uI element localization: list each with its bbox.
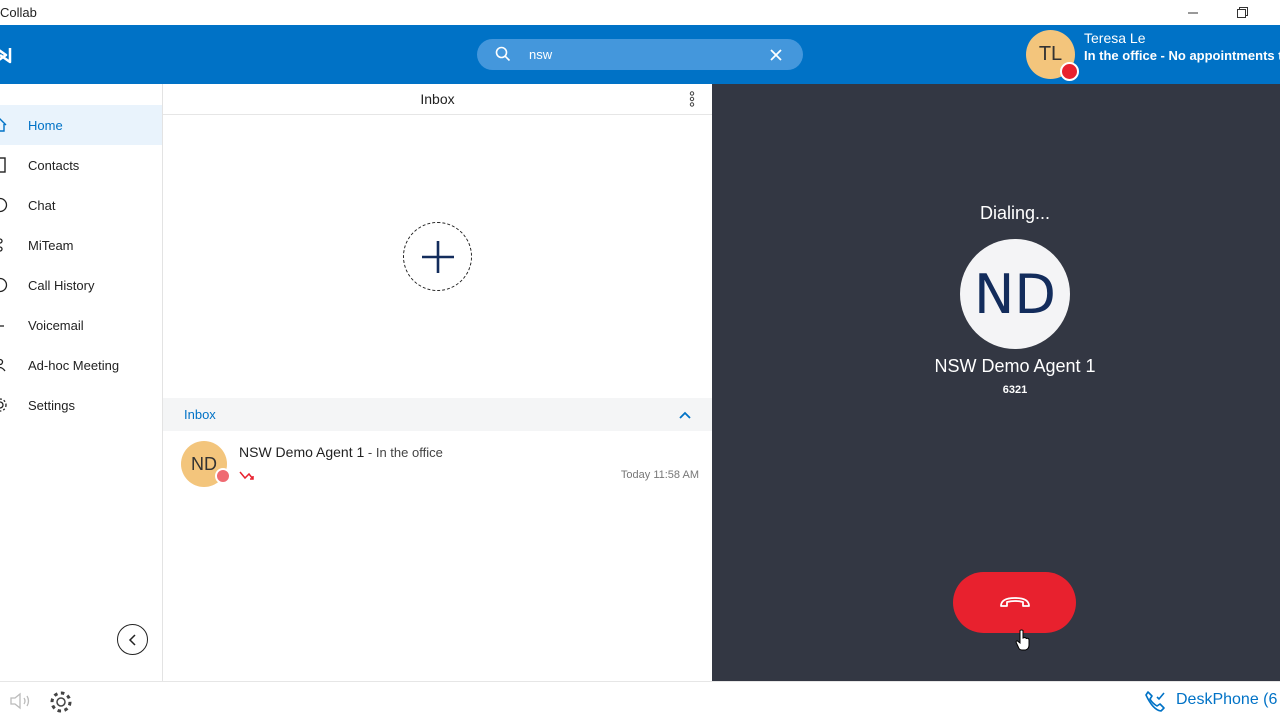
sidebar-item-label: Chat: [28, 197, 56, 213]
sidebar-item-ad-hoc-meeting[interactable]: Ad-hoc Meeting: [0, 345, 162, 385]
sidebar-item-label: Ad-hoc Meeting: [28, 357, 120, 373]
title-bar: Collab: [0, 0, 1280, 25]
contact-presence-dot: [215, 468, 231, 484]
minimize-icon: [1188, 12, 1198, 13]
inbox-panel: Inbox Inbox ND NSW Demo Agent 1 - In the…: [163, 84, 712, 681]
inbox-header: Inbox: [163, 84, 712, 115]
window-title: Collab: [0, 5, 37, 20]
settings-icon: [0, 398, 7, 412]
callee-avatar: ND: [960, 239, 1070, 349]
inbox-section-header[interactable]: Inbox: [163, 398, 712, 431]
sidebar-item-label: Call History: [28, 277, 95, 293]
chevron-up-icon[interactable]: [678, 408, 692, 422]
miteam-icon: [0, 238, 3, 252]
sidebar-item-label: Voicemail: [28, 317, 84, 333]
sidebar-item-chat[interactable]: Chat: [0, 185, 162, 225]
more-options-icon[interactable]: [689, 91, 695, 107]
user-name[interactable]: Teresa Le: [1084, 30, 1145, 46]
gear-icon[interactable]: [48, 689, 74, 715]
user-initials: TL: [1038, 43, 1063, 65]
sidebar-item-contacts[interactable]: Contacts: [0, 145, 162, 185]
sidebar-item-call-history[interactable]: Call History: [0, 265, 162, 305]
chevron-left-icon: [128, 633, 136, 646]
app-header: TL Teresa Le In the office - No appointm…: [0, 25, 1280, 84]
hang-up-icon: [999, 596, 1030, 607]
minimize-button[interactable]: [1170, 0, 1216, 25]
contact-name-text: NSW Demo Agent 1: [239, 444, 365, 460]
sidebar-item-settings[interactable]: Settings: [0, 385, 162, 425]
sidebar-item-label: MiTeam: [28, 237, 74, 253]
section-label: Inbox: [184, 407, 216, 422]
chat-icon: [0, 197, 8, 213]
sidebar-item-label: Home: [28, 117, 63, 133]
callee-number: 6321: [1002, 384, 1028, 396]
sidebar: Home Contacts Chat MiTeam Call History V…: [0, 84, 163, 681]
contact-initials: ND: [191, 453, 217, 474]
row-timestamp: Today 11:58 AM: [620, 469, 699, 481]
plus-icon: [421, 240, 454, 273]
deskphone-icon[interactable]: [1143, 689, 1167, 713]
app-logo-icon[interactable]: [0, 44, 16, 66]
contacts-icon: [0, 157, 6, 173]
restore-icon: [1236, 7, 1248, 18]
inbox-title: Inbox: [420, 91, 455, 107]
hand-cursor-icon: [1015, 629, 1030, 651]
search-box: [477, 39, 803, 70]
clear-search-icon[interactable]: [768, 47, 784, 63]
speaker-icon[interactable]: [9, 692, 37, 710]
voicemail-icon: [0, 325, 4, 327]
call-status: Dialing...: [979, 203, 1051, 223]
user-status[interactable]: In the office - No appointments today: [1084, 48, 1280, 63]
sidebar-item-voicemail[interactable]: Voicemail: [0, 305, 162, 345]
callee-name: NSW Demo Agent 1: [934, 356, 1096, 376]
deskphone-label[interactable]: DeskPhone (6: [1176, 691, 1280, 709]
search-icon: [495, 46, 511, 62]
sidebar-item-label: Contacts: [28, 157, 80, 173]
status-bar: DeskPhone (6: [0, 681, 1280, 720]
home-icon: [0, 118, 7, 132]
hang-up-button[interactable]: [953, 572, 1076, 633]
user-presence-dot: [1060, 62, 1079, 81]
callee-initials: ND: [974, 262, 1056, 326]
sidebar-item-miteam[interactable]: MiTeam: [0, 225, 162, 265]
collapse-sidebar-button[interactable]: [117, 624, 148, 655]
contact-presence: - In the office: [364, 445, 443, 460]
add-button[interactable]: [403, 222, 472, 291]
inbox-row[interactable]: ND NSW Demo Agent 1 - In the office Toda…: [163, 432, 712, 498]
contact-name: NSW Demo Agent 1 - In the office: [239, 444, 443, 460]
sidebar-item-home[interactable]: Home: [0, 105, 162, 145]
call-panel: Dialing... ND NSW Demo Agent 1 6321: [712, 84, 1280, 681]
restore-button[interactable]: [1219, 0, 1265, 25]
search-input[interactable]: [529, 43, 769, 66]
sidebar-item-label: Settings: [28, 397, 75, 413]
missed-call-icon: [239, 471, 254, 480]
call-history-icon: [0, 277, 8, 293]
meeting-icon: [0, 358, 6, 372]
